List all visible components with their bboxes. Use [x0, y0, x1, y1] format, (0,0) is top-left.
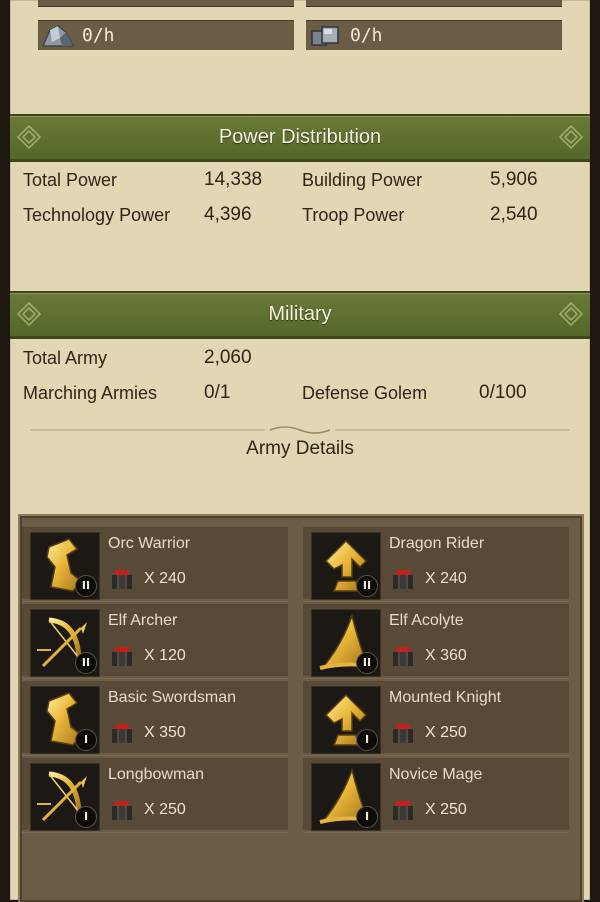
- mage-icon: I: [311, 763, 381, 831]
- total-power-label: Total Power: [23, 170, 118, 190]
- troop-icon: [390, 644, 416, 670]
- troop-icon: [109, 567, 135, 593]
- unit-card[interactable]: II Elf Acolyte X 360: [303, 604, 569, 679]
- unit-count: X 120: [144, 647, 186, 664]
- troop-power-value: 2,540: [490, 204, 538, 225]
- building-power-label: Building Power: [302, 170, 423, 190]
- section-title: Power Distribution: [218, 126, 382, 148]
- power-distribution-header: Power Distribution: [10, 114, 590, 162]
- tier-badge: II: [75, 575, 97, 597]
- troop-icon: [390, 798, 416, 824]
- technology-power-value: 4,396: [204, 204, 252, 225]
- archer-icon: II: [30, 609, 100, 677]
- resource-bar-top-right: [306, 0, 562, 7]
- unit-card[interactable]: II Dragon Rider X 240: [303, 527, 569, 602]
- infantry-icon: I: [30, 686, 100, 754]
- tier-badge: I: [75, 806, 97, 828]
- defense-golem-value: 0/100: [479, 382, 527, 403]
- resource-bar-top-left: [38, 0, 294, 7]
- troop-power-label: Troop Power: [302, 205, 405, 225]
- troop-icon: [390, 721, 416, 747]
- unit-count: X 240: [144, 570, 186, 587]
- ornament-icon: [556, 299, 586, 329]
- resource-rate-stone: 0/h: [38, 20, 294, 50]
- tier-badge: I: [356, 729, 378, 751]
- infantry-icon: II: [30, 532, 100, 600]
- unit-count: X 250: [425, 801, 467, 818]
- unit-card[interactable]: I Novice Mage X 250: [303, 758, 569, 833]
- unit-name: Dragon Rider: [389, 535, 485, 552]
- unit-count: X 250: [425, 724, 467, 741]
- total-army-label: Total Army: [23, 348, 108, 368]
- resource-rate-iron: 0/h: [306, 20, 562, 50]
- total-power-value: 14,338: [204, 169, 263, 190]
- marching-armies-label: Marching Armies: [23, 383, 158, 403]
- unit-card[interactable]: II Elf Archer X 120: [22, 604, 288, 679]
- tier-badge: I: [356, 806, 378, 828]
- unit-count: X 240: [425, 570, 467, 587]
- section-divider: [30, 423, 570, 435]
- unit-count: X 360: [425, 647, 467, 664]
- ornament-icon: [556, 122, 586, 152]
- unit-name: Elf Archer: [108, 612, 178, 629]
- resource-rate-value: 0/h: [82, 25, 115, 46]
- unit-name: Orc Warrior: [108, 535, 191, 552]
- unit-count: X 250: [144, 801, 186, 818]
- iron-ore-icon: [308, 22, 344, 49]
- unit-name: Novice Mage: [389, 766, 483, 783]
- building-power-value: 5,906: [490, 169, 538, 190]
- unit-name: Elf Acolyte: [389, 612, 464, 629]
- unit-name: Basic Swordsman: [108, 689, 237, 706]
- archer-icon: I: [30, 763, 100, 831]
- technology-power-label: Technology Power: [23, 205, 171, 225]
- defense-golem-label: Defense Golem: [302, 383, 428, 403]
- unit-name: Longbowman: [108, 766, 205, 783]
- tier-badge: II: [356, 652, 378, 674]
- unit-card[interactable]: I Longbowman X 250: [22, 758, 288, 833]
- tier-badge: I: [75, 729, 97, 751]
- unit-count: X 350: [144, 724, 186, 741]
- troop-icon: [109, 721, 135, 747]
- cavalry-icon: II: [311, 532, 381, 600]
- tier-badge: II: [75, 652, 97, 674]
- resource-rate-value: 0/h: [350, 25, 383, 46]
- stone-ore-icon: [40, 22, 76, 49]
- unit-name: Mounted Knight: [389, 689, 502, 706]
- unit-card[interactable]: II Orc Warrior X 240: [22, 527, 288, 602]
- troop-icon: [109, 644, 135, 670]
- section-title: Military: [268, 303, 332, 325]
- troop-icon: [390, 567, 416, 593]
- troop-icon: [109, 798, 135, 824]
- unit-card[interactable]: I Mounted Knight X 250: [303, 681, 569, 756]
- army-details-title: Army Details: [246, 438, 354, 459]
- marching-armies-value: 0/1: [204, 382, 231, 403]
- tier-badge: II: [356, 575, 378, 597]
- unit-card[interactable]: I Basic Swordsman X 350: [22, 681, 288, 756]
- mage-icon: II: [311, 609, 381, 677]
- military-header: Military: [10, 291, 590, 339]
- total-army-value: 2,060: [204, 347, 252, 368]
- cavalry-icon: I: [311, 686, 381, 754]
